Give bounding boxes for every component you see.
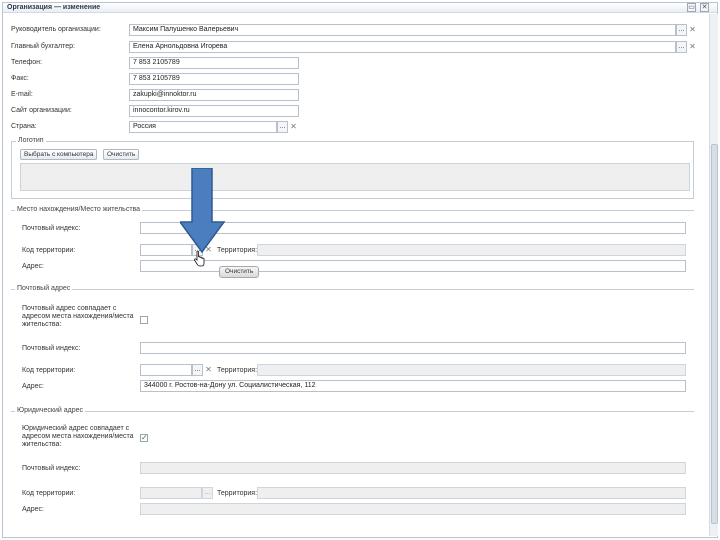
postal-index-label: Почтовый индекс: bbox=[22, 345, 81, 352]
logo-section-legend: Логотип bbox=[16, 137, 46, 144]
window-title: Организация — изменение bbox=[7, 4, 101, 11]
legal-same-label: Юридический адрес совпадает с адресом ме… bbox=[22, 425, 134, 448]
logo-preview-area bbox=[20, 163, 690, 191]
site-label: Сайт организации: bbox=[11, 107, 72, 114]
choose-from-computer-button[interactable]: Выбрать с компьютера bbox=[20, 149, 98, 160]
accountant-label: Главный бухгалтер: bbox=[11, 43, 75, 50]
accountant-lookup-button[interactable]: ... bbox=[676, 41, 687, 53]
postal-address-input[interactable]: 344000 г. Ростов-на-Дону ул. Социалистич… bbox=[140, 380, 686, 392]
residence-address-label: Адрес: bbox=[22, 263, 44, 270]
residence-section-legend: Место нахождения/Место жительства bbox=[15, 206, 143, 213]
postal-territory-lookup-button[interactable]: ... bbox=[192, 364, 203, 376]
legal-postal-index-input bbox=[140, 462, 686, 474]
postal-section-legend: Почтовый адрес bbox=[15, 285, 73, 292]
legal-territory-code-label: Код территории: bbox=[22, 490, 76, 497]
legal-section: Юридический адрес bbox=[11, 407, 694, 414]
postal-territory-clear-icon[interactable]: ✕ bbox=[204, 365, 213, 375]
site-input[interactable]: innocontor.kirov.ru bbox=[129, 105, 299, 117]
title-bar: Организация — изменение ▭ ✕ bbox=[3, 3, 717, 13]
phone-input[interactable]: 7 853 2105789 bbox=[129, 57, 299, 69]
hand-cursor-icon bbox=[194, 251, 205, 267]
accountant-input[interactable]: Елена Арнольдовна Игорева bbox=[129, 41, 676, 53]
postal-same-checkbox[interactable] bbox=[140, 316, 148, 324]
fax-input[interactable]: 7 853 2105789 bbox=[129, 73, 299, 85]
director-label: Руководитель организации: bbox=[11, 26, 101, 33]
email-label: E-mail: bbox=[11, 91, 33, 98]
legal-address-input bbox=[140, 503, 686, 515]
close-icon[interactable]: ✕ bbox=[700, 3, 709, 12]
residence-territory-code-label: Код территории: bbox=[22, 247, 76, 254]
postal-territory-input bbox=[257, 364, 686, 376]
email-input[interactable]: zakupki@innoktor.ru bbox=[129, 89, 299, 101]
vertical-scrollbar[interactable] bbox=[709, 14, 718, 536]
legal-address-label: Адрес: bbox=[22, 506, 44, 513]
residence-postal-index-label: Почтовый индекс: bbox=[22, 225, 81, 232]
postal-address-label: Адрес: bbox=[22, 383, 44, 390]
country-clear-icon[interactable]: ✕ bbox=[289, 122, 298, 132]
postal-index-input[interactable] bbox=[140, 342, 686, 354]
residence-territory-input bbox=[257, 244, 686, 256]
postal-same-label: Почтовый адрес совпадает с адресом места… bbox=[22, 305, 134, 328]
country-lookup-button[interactable]: ... bbox=[277, 121, 288, 133]
logo-clear-button[interactable]: Очистить bbox=[103, 149, 140, 160]
director-clear-icon[interactable]: ✕ bbox=[688, 25, 697, 35]
postal-territory-code-input[interactable] bbox=[140, 364, 192, 376]
director-lookup-button[interactable]: ... bbox=[676, 24, 687, 36]
legal-territory-input bbox=[257, 487, 686, 499]
legal-same-checkbox[interactable]: ✓ bbox=[140, 434, 148, 442]
clear-tooltip: Очистить bbox=[219, 266, 260, 278]
fax-label: Факс: bbox=[11, 75, 29, 82]
legal-postal-index-label: Почтовый индекс: bbox=[22, 465, 81, 472]
country-label: Страна: bbox=[11, 123, 37, 130]
legal-territory-label: Территория: bbox=[217, 490, 258, 497]
phone-label: Телефон: bbox=[11, 59, 42, 66]
director-input[interactable]: Максим Палушенко Валерьевич bbox=[129, 24, 676, 36]
residence-section: Место нахождения/Место жительства bbox=[11, 206, 694, 213]
postal-section: Почтовый адрес bbox=[11, 285, 694, 292]
accountant-clear-icon[interactable]: ✕ bbox=[688, 42, 697, 52]
postal-territory-label: Территория: bbox=[217, 367, 258, 374]
down-arrow-icon bbox=[180, 168, 226, 254]
legal-section-legend: Юридический адрес bbox=[15, 407, 86, 414]
legal-territory-lookup-button: ... bbox=[202, 487, 213, 499]
postal-territory-code-label: Код территории: bbox=[22, 367, 76, 374]
legal-territory-code-input bbox=[140, 487, 202, 499]
minimize-icon[interactable]: ▭ bbox=[687, 3, 696, 12]
scrollbar-thumb[interactable] bbox=[711, 144, 718, 524]
country-select[interactable]: Россия bbox=[129, 121, 277, 133]
